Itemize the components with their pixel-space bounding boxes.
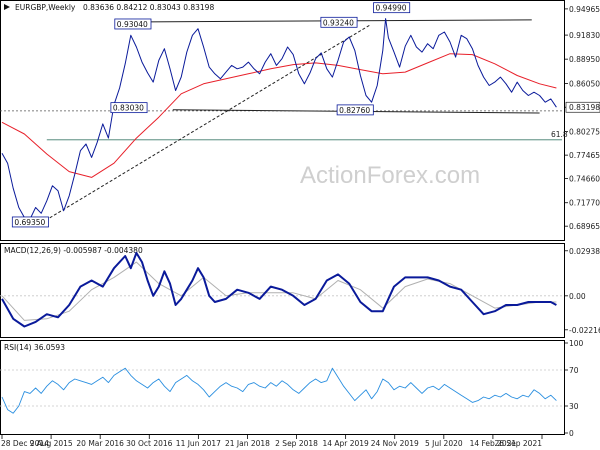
x-tick-label: 5 Jul 2020 — [425, 439, 463, 448]
x-tick-label: 14 Apr 2019 — [322, 439, 369, 448]
macd-y-tick-label: -0.022161 — [569, 326, 600, 335]
price-panel-frame — [0, 0, 565, 241]
rsi-panel-frame — [0, 340, 565, 435]
trend-support-line — [40, 24, 370, 224]
moving-average-line — [1, 53, 557, 178]
rsi-plot: 100 70 30 0 — [0, 339, 584, 438]
price-line — [1, 18, 557, 220]
price-plot: 61.8 — [0, 18, 568, 224]
price-annotation-label: 0.93040 — [117, 20, 148, 29]
price-annotation-label: 0.94990 — [376, 4, 407, 13]
price-header-values: 0.83636 0.84212 0.83043 0.83198 — [83, 3, 214, 12]
header-arrow-icon — [4, 4, 10, 10]
macd-header: MACD(12,26,9) -0.005987 -0.004380 — [4, 246, 143, 255]
x-tick-label: 30 Oct 2016 — [126, 439, 173, 448]
watermark: ActionForex.com — [300, 162, 480, 189]
price-y-tick-label: 0.71770 — [569, 199, 600, 208]
current-price-label: 0.83198 — [569, 103, 600, 112]
macd-y-tick-label: 0.00 — [569, 292, 586, 301]
price-y-tick-label: 0.86050 — [569, 79, 600, 88]
price-y-axis: 0.94965 0.91830 0.88950 0.86050 0.83198 0.802… — [564, 5, 600, 231]
rsi-y-tick-label: 100 — [569, 339, 584, 348]
price-y-tick-label: 0.94965 — [569, 5, 600, 14]
price-annotation-label: 0.82760 — [339, 106, 370, 115]
macd-signal-line — [1, 261, 557, 321]
price-annotation-label: 0.83030 — [113, 104, 144, 113]
x-tick-label: 2 Sep 2018 — [275, 439, 318, 448]
x-axis: 28 Dec 20149 Aug 2015 20 Mar 2016 30 Oct 2… — [1, 435, 543, 448]
rsi-header: RSI(14) 36.0593 — [4, 343, 65, 352]
rsi-line — [1, 367, 557, 414]
macd-plot: 0.029387 0.00 -0.022161 — [0, 247, 600, 335]
x-tick-label: 20 Mar 2016 — [76, 439, 124, 448]
rsi-y-tick-label: 30 — [569, 402, 579, 411]
x-tick-label: 11 Jun 2017 — [176, 439, 221, 448]
price-y-tick-label: 0.91830 — [569, 31, 600, 40]
fib-618-label: 61.8 — [551, 130, 568, 139]
x-tick-label: 24 Nov 2019 — [371, 439, 419, 448]
price-annotations: 0.93040 0.93240 0.94990 0.83030 0.82760 0.693… — [11, 2, 411, 228]
x-tick-label: 21 Jan 2018 — [225, 439, 270, 448]
price-y-tick-label: 0.88950 — [569, 55, 600, 64]
price-annotation-label: 0.69350 — [14, 218, 45, 227]
price-annotation-label: 0.93240 — [323, 18, 354, 27]
price-header-symbol: EURGBP,Weekly — [15, 3, 76, 12]
price-y-tick-label: 0.68965 — [569, 222, 600, 231]
macd-y-tick-label: 0.029387 — [569, 247, 600, 256]
price-y-tick-label: 0.77465 — [569, 151, 600, 160]
x-tick-label: 26 Sep 2021 — [494, 439, 542, 448]
price-y-tick-label: 0.74660 — [569, 175, 600, 184]
price-y-tick-label: 0.80275 — [569, 128, 600, 137]
rsi-y-tick-label: 0 — [569, 429, 574, 438]
x-tick-label: 9 Aug 2015 — [29, 439, 72, 448]
eurgbp-weekly-chart: EURGBP,Weekly 0.83636 0.84212 0.83043 0.… — [0, 0, 600, 448]
macd-main-line — [1, 251, 557, 328]
rsi-y-tick-label: 70 — [569, 366, 579, 375]
